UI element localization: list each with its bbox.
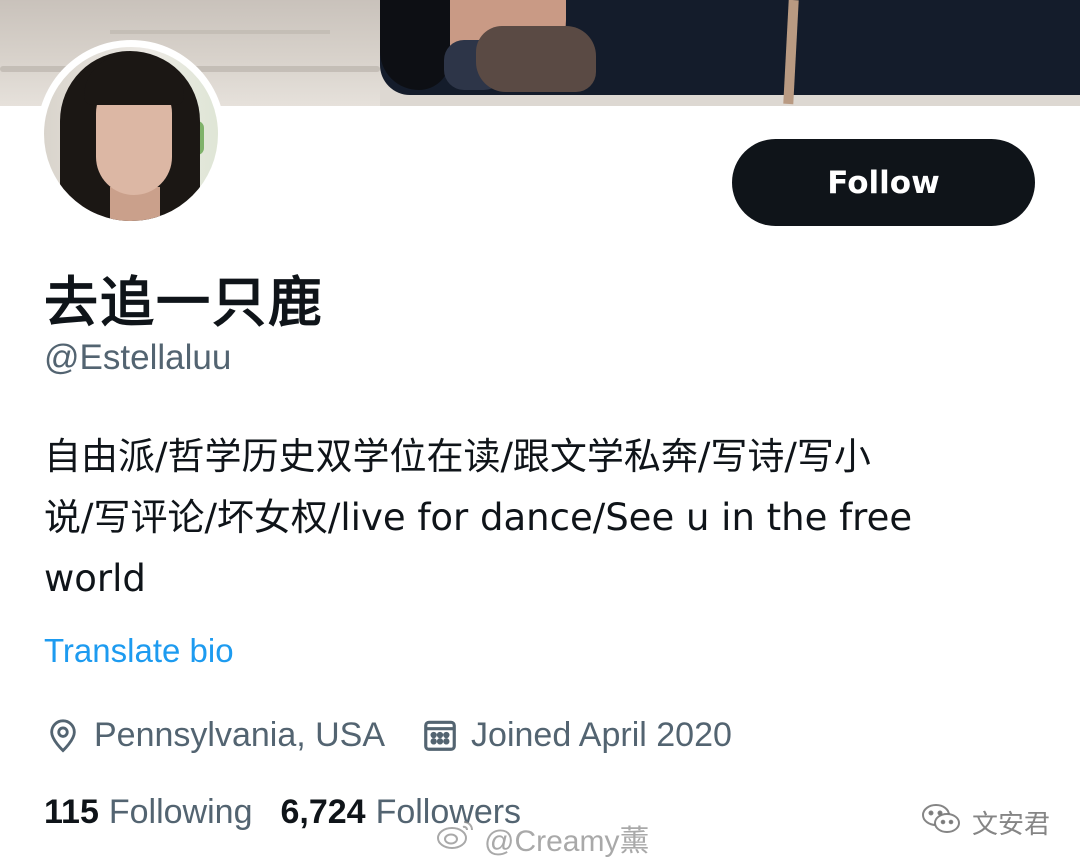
wechat-watermark-text: 文安君	[972, 810, 1051, 840]
profile-bio: 自由派/哲学历史双学位在读/跟文学私奔/写诗/写小 说/写评论/坏女权/live…	[44, 426, 1004, 609]
display-name: 去追一只鹿	[44, 271, 324, 334]
weibo-watermark-text: @Creamy薰	[484, 825, 650, 858]
following-count: 115	[44, 792, 99, 831]
translate-bio-link[interactable]: Translate bio	[44, 632, 234, 670]
username-handle: @Estellaluu	[44, 338, 232, 377]
map-pin-icon	[44, 715, 82, 755]
avatar-image	[44, 47, 218, 221]
bio-line: world	[44, 557, 146, 600]
followers-count: 6,724	[280, 792, 366, 831]
calendar-icon	[421, 715, 459, 755]
joined-text: Joined April 2020	[471, 715, 732, 754]
weibo-icon	[436, 818, 476, 858]
joined-item: Joined April 2020	[421, 715, 732, 755]
banner-decoration	[380, 0, 450, 90]
following-label: Following	[108, 792, 253, 831]
bio-line: 自由派/哲学历史双学位在读/跟文学私奔/写诗/写小	[44, 435, 871, 478]
follow-button[interactable]: Follow	[732, 139, 1035, 226]
location-text: Pennsylvania, USA	[94, 715, 386, 754]
following-stat[interactable]: 115 Following	[44, 793, 252, 832]
bio-line: 说/写评论/坏女权/live for dance/See u in the fr…	[44, 496, 913, 539]
weibo-watermark: @Creamy薰	[436, 816, 649, 860]
wechat-watermark: 文安君	[920, 802, 1050, 843]
location-item: Pennsylvania, USA	[44, 715, 385, 755]
profile-meta: Pennsylvania, USA Joined April 2020	[44, 710, 732, 760]
banner-decoration	[110, 30, 330, 34]
wechat-icon	[920, 802, 962, 843]
avatar[interactable]	[37, 40, 225, 228]
banner-decoration	[476, 26, 596, 92]
